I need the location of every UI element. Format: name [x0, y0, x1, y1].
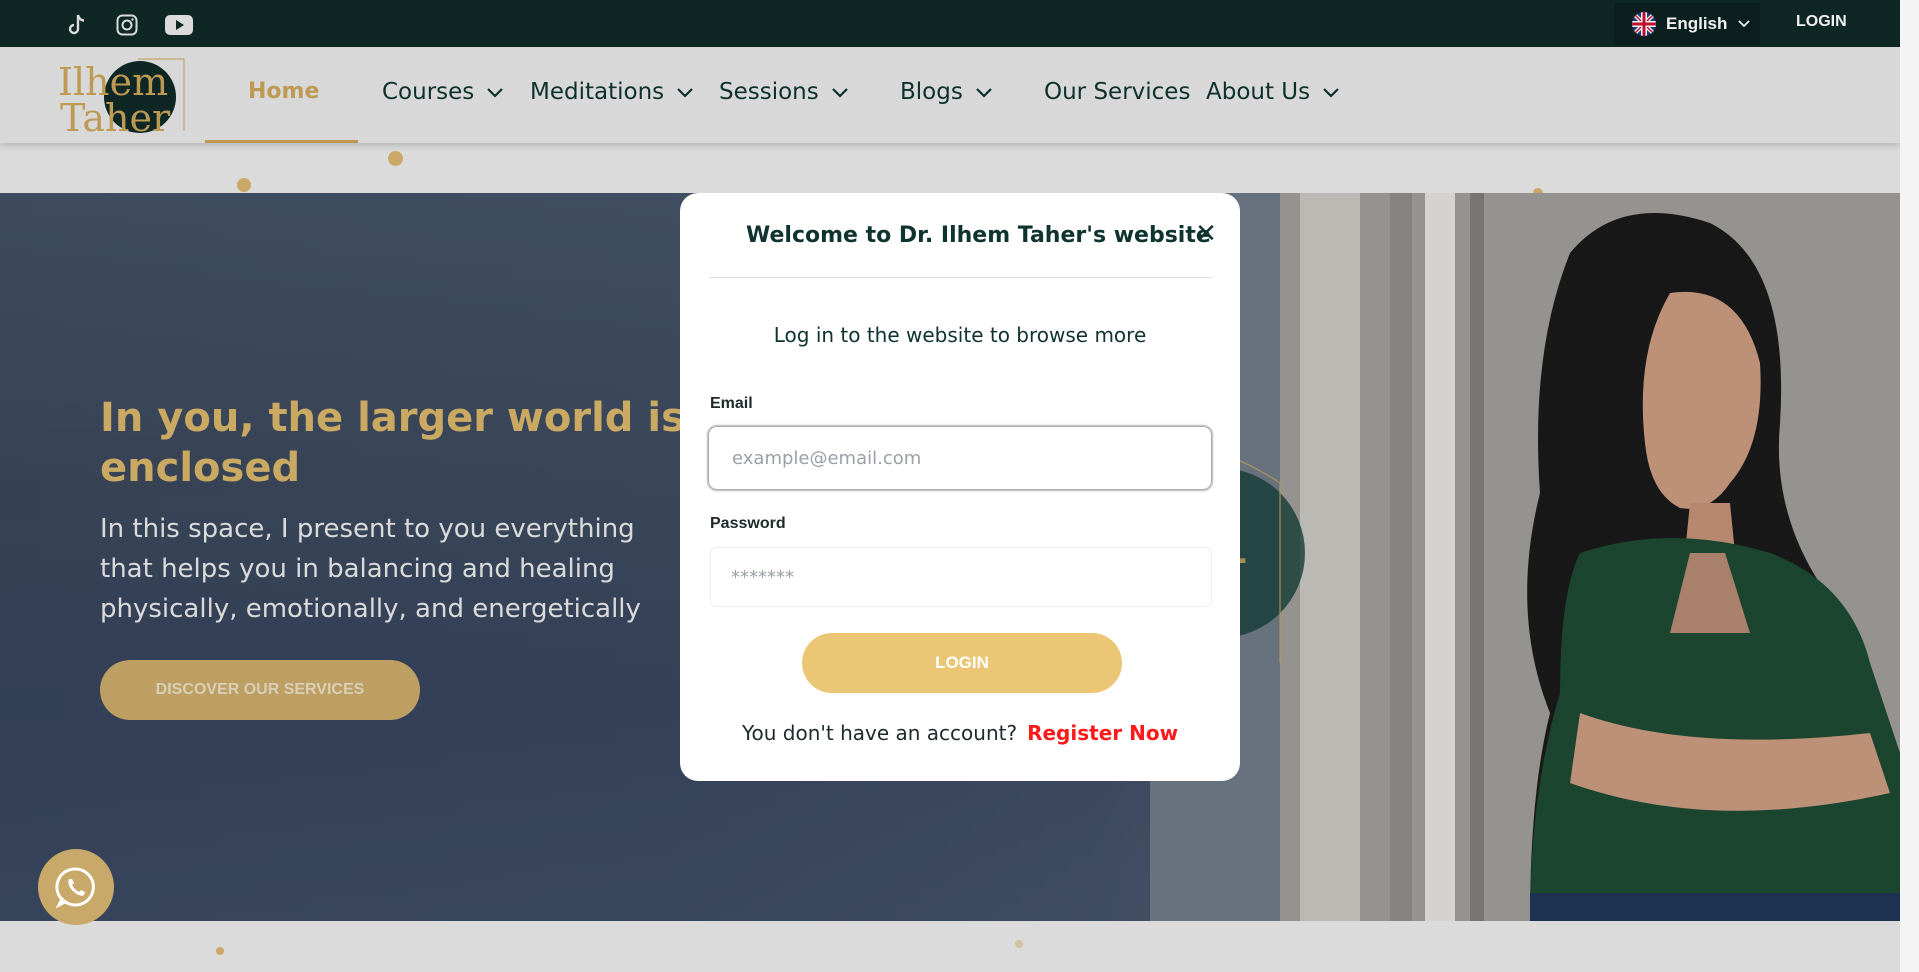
modal-title: Welcome to Dr. Ilhem Taher's website — [746, 223, 1211, 248]
top-bar: English LOGIN — [0, 0, 1900, 47]
scrollbar[interactable] — [1900, 0, 1919, 972]
no-account-text: You don't have an account? — [741, 721, 1018, 745]
nav-courses-label: Courses — [382, 79, 475, 105]
nav-sessions[interactable]: Sessions — [719, 79, 849, 105]
discover-services-button[interactable]: DISCOVER OUR SERVICES — [100, 660, 420, 720]
hero-title: In you, the larger world is enclosed — [100, 395, 685, 491]
email-field[interactable] — [707, 425, 1213, 491]
youtube-icon[interactable] — [164, 12, 194, 38]
nav-sessions-label: Sessions — [719, 79, 819, 105]
decor-dot — [237, 178, 251, 192]
nav-about-label: About Us — [1206, 79, 1311, 105]
svg-text:Taher: Taher — [60, 96, 171, 135]
chevron-down-icon — [831, 79, 849, 105]
decor-dot — [388, 151, 403, 166]
nav-courses[interactable]: Courses — [382, 79, 504, 105]
site-logo[interactable]: Ilhem Taher — [58, 53, 188, 140]
main-nav: Ilhem Taher Home Courses Meditations Ses… — [0, 47, 1900, 143]
chevron-down-icon — [486, 79, 504, 105]
nav-our-services[interactable]: Our Services — [1044, 79, 1190, 105]
decor-dot — [1015, 940, 1023, 948]
instagram-icon[interactable] — [114, 12, 140, 38]
hero-description: In this space, I present to you everythi… — [100, 514, 641, 624]
modal-divider — [710, 277, 1212, 278]
nav-blogs-label: Blogs — [900, 79, 963, 105]
register-link[interactable]: Register Now — [1027, 721, 1178, 745]
top-login-link[interactable]: LOGIN — [1796, 13, 1847, 31]
tiktok-icon[interactable] — [64, 12, 90, 38]
whatsapp-icon[interactable] — [38, 849, 114, 925]
nav-blogs[interactable]: Blogs — [900, 79, 993, 105]
nav-meditations-label: Meditations — [530, 79, 665, 105]
chevron-down-icon — [1737, 14, 1751, 34]
hero-portrait-image: n — [1150, 193, 1900, 921]
login-button[interactable]: LOGIN — [802, 633, 1122, 693]
chevron-down-icon — [975, 79, 993, 105]
chevron-down-icon — [1322, 79, 1340, 105]
nav-meditations[interactable]: Meditations — [530, 79, 694, 105]
uk-flag-icon — [1632, 12, 1656, 36]
password-label: Password — [710, 515, 786, 532]
password-field[interactable] — [710, 547, 1212, 607]
email-label: Email — [710, 395, 753, 412]
language-label: English — [1666, 14, 1728, 33]
register-row: You don't have an account? Register Now — [680, 721, 1240, 745]
close-icon[interactable]: ✕ — [1192, 218, 1220, 248]
active-underline — [205, 140, 358, 143]
login-modal: Welcome to Dr. Ilhem Taher's website ✕ L… — [680, 193, 1240, 781]
nav-home[interactable]: Home — [248, 79, 319, 104]
nav-about-us[interactable]: About Us — [1206, 79, 1340, 105]
decor-dot — [216, 947, 224, 955]
language-selector[interactable]: English — [1614, 3, 1760, 45]
modal-subtitle: Log in to the website to browse more — [773, 323, 1147, 347]
chevron-down-icon — [676, 79, 694, 105]
